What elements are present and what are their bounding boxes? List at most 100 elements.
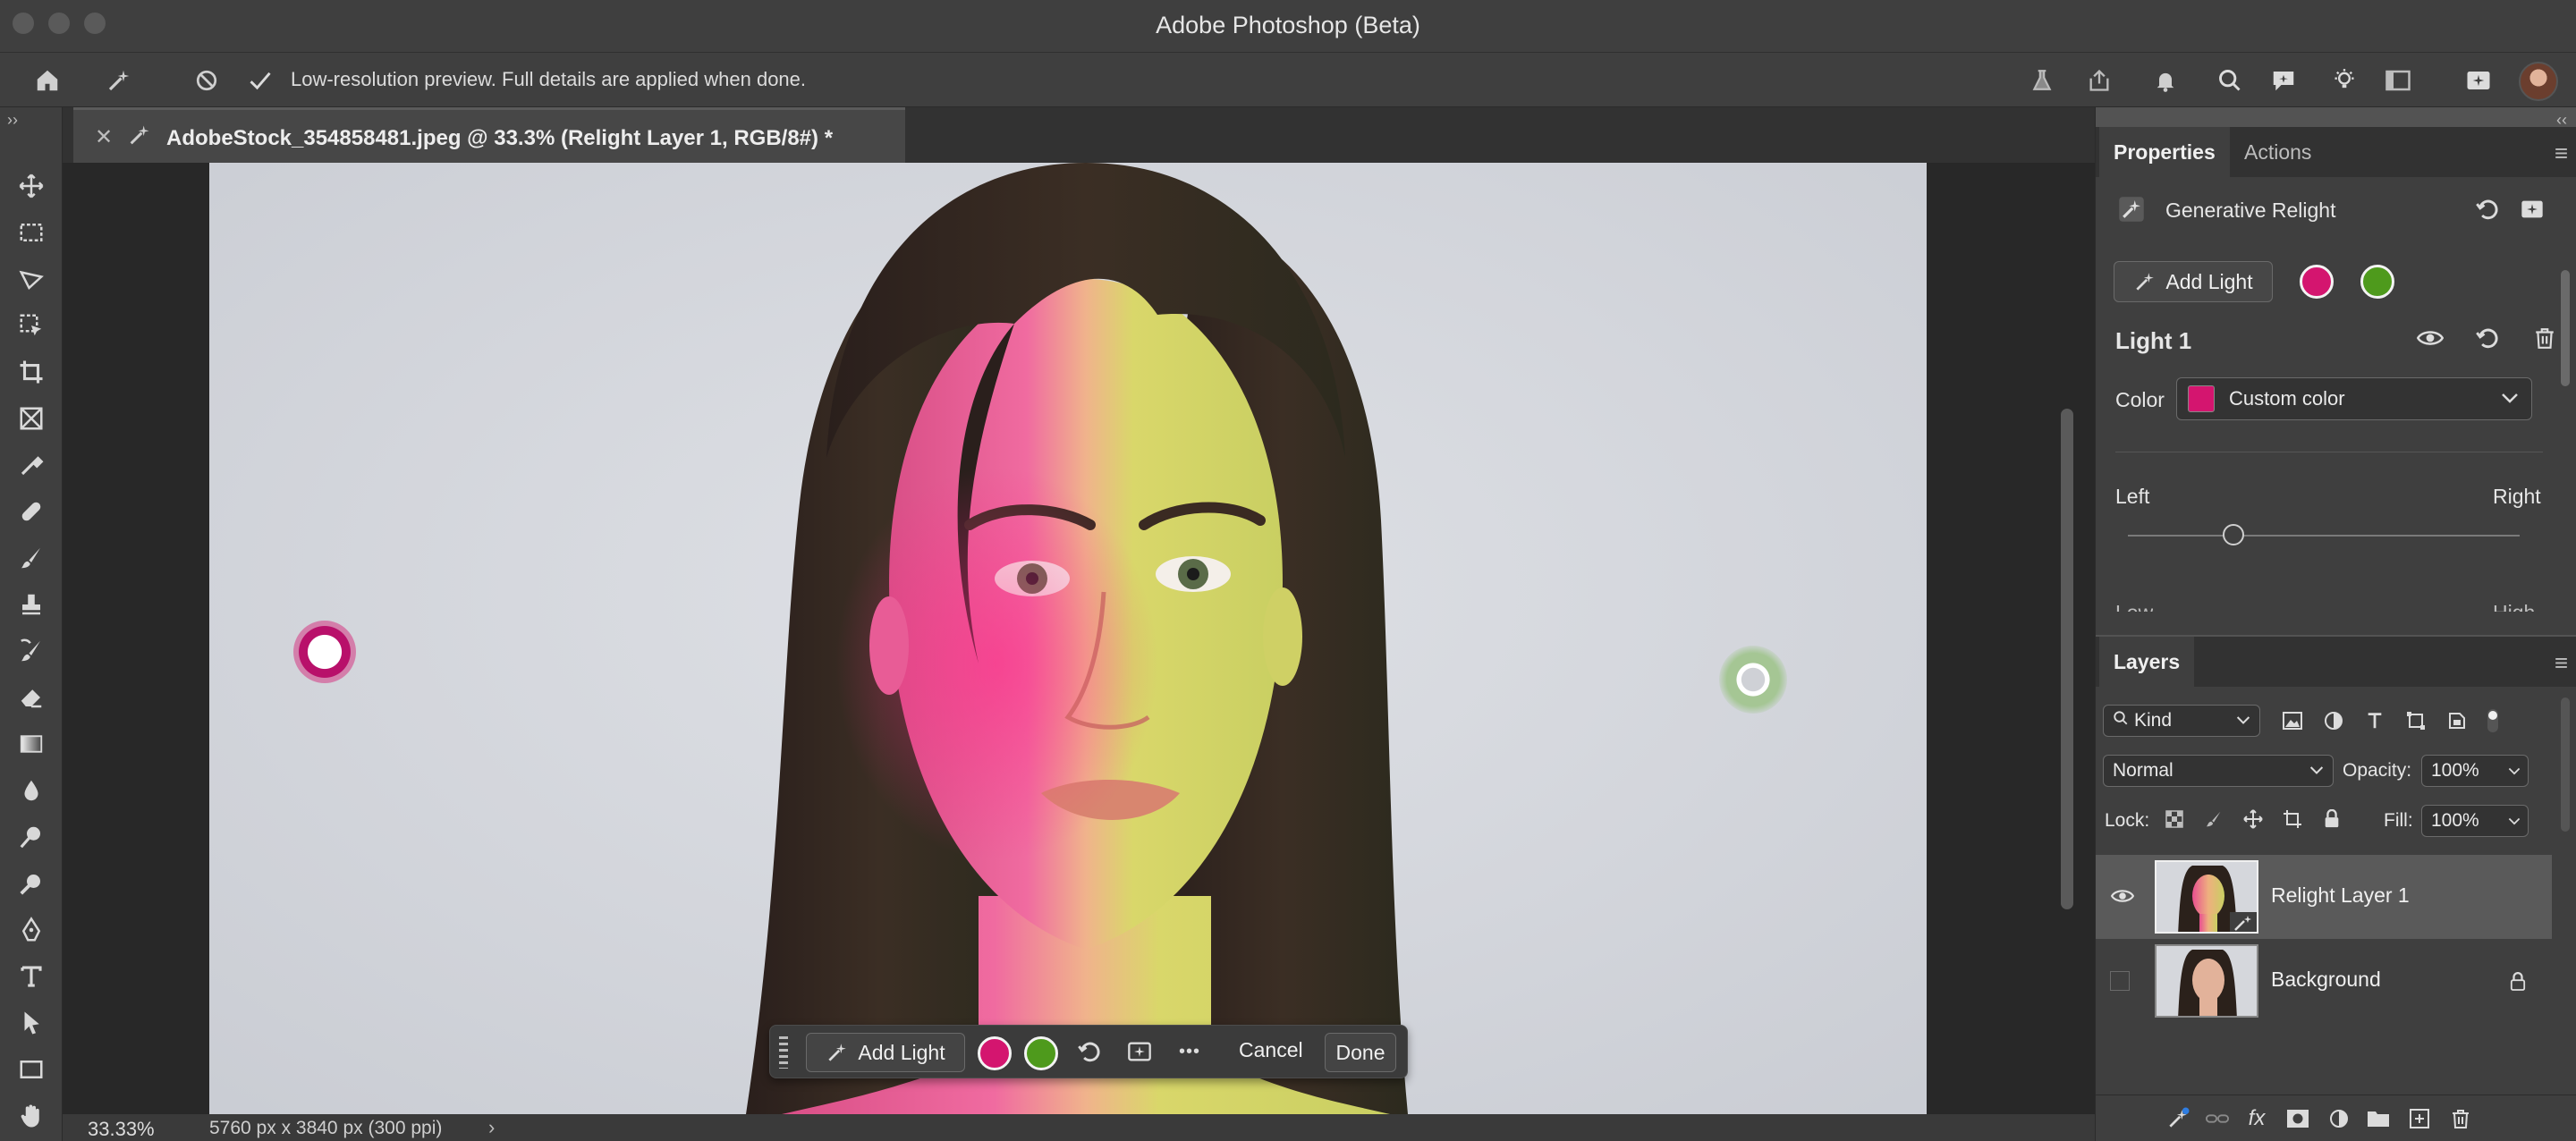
cancel-button[interactable]: Cancel (1239, 1038, 1303, 1062)
object-select-icon[interactable] (13, 308, 49, 343)
generative-icon[interactable] (2462, 63, 2496, 97)
properties-panel: Properties Actions ≡ Generative Relight … (2096, 127, 2576, 635)
frame-icon[interactable] (13, 401, 49, 436)
lock-all-icon[interactable] (2316, 803, 2348, 835)
position-slider-track[interactable] (2128, 535, 2520, 537)
eraser-icon[interactable] (13, 680, 49, 715)
filter-type-icon[interactable] (2359, 705, 2391, 737)
lock-position-icon[interactable] (2237, 803, 2269, 835)
visibility-toggle-off[interactable] (2110, 971, 2130, 991)
color-dropdown[interactable]: Custom color (2176, 377, 2532, 420)
lock-artboard-icon[interactable] (2276, 803, 2309, 835)
add-mask-icon[interactable] (2282, 1103, 2314, 1135)
tab-actions[interactable]: Actions (2230, 127, 2326, 177)
light-1-swatch[interactable] (2300, 265, 2334, 299)
filter-toggle-icon[interactable] (2477, 705, 2509, 737)
home-icon[interactable] (30, 63, 64, 97)
type-icon[interactable] (13, 959, 49, 994)
trash-icon[interactable] (2529, 322, 2561, 354)
light-2-swatch[interactable] (2360, 265, 2394, 299)
light-2-swatch[interactable] (1024, 1036, 1058, 1070)
gradient-icon[interactable] (13, 726, 49, 762)
beaker-icon[interactable] (2025, 63, 2059, 97)
layers-scrollbar[interactable] (2561, 697, 2570, 832)
lock-transparent-icon[interactable] (2158, 803, 2190, 835)
zoom-tool-icon[interactable] (13, 866, 49, 901)
reset-icon[interactable] (1072, 1035, 1106, 1069)
collapse-toolbar-icon[interactable]: ›› (7, 111, 18, 130)
share-icon[interactable] (2082, 63, 2116, 97)
delete-layer-icon[interactable] (2445, 1103, 2477, 1135)
cancel-icon[interactable] (190, 63, 224, 97)
drag-handle[interactable] (779, 1036, 788, 1069)
done-button[interactable]: Done (1325, 1033, 1396, 1072)
commit-check-icon[interactable] (243, 63, 277, 97)
blend-mode-dropdown[interactable]: Normal (2103, 755, 2334, 787)
document-image[interactable]: Add Light ••• Cancel Done (209, 163, 1927, 1114)
move-icon[interactable] (13, 168, 49, 204)
canvas-area[interactable]: Add Light ••• Cancel Done (63, 163, 2095, 1114)
crop-icon[interactable] (13, 354, 49, 390)
chat-icon[interactable] (2267, 63, 2301, 97)
zoom-level[interactable]: 33.33% (88, 1118, 155, 1141)
eyedropper-icon[interactable] (13, 447, 49, 483)
document-tab[interactable]: ✕ AdobeStock_354858481.jpeg @ 33.3% (Rel… (73, 107, 905, 163)
layers-menu-icon[interactable]: ≡ (2555, 649, 2568, 677)
visibility-eye-icon[interactable] (2106, 880, 2139, 912)
path-select-icon[interactable] (13, 1005, 49, 1041)
workspace-icon[interactable] (2381, 63, 2415, 97)
properties-scrollbar[interactable] (2561, 270, 2570, 386)
marquee-icon[interactable] (13, 215, 49, 250)
generate-icon[interactable] (2516, 193, 2548, 225)
vertical-scrollbar[interactable] (2061, 409, 2073, 909)
layer-row-background[interactable]: Background (2096, 939, 2552, 1023)
opacity-field[interactable]: 100% (2421, 755, 2529, 787)
layer-filter-dropdown[interactable]: Kind (2103, 705, 2260, 737)
panel-menu-icon[interactable]: ≡ (2555, 139, 2568, 167)
filter-adjustment-icon[interactable] (2318, 705, 2350, 737)
bell-icon[interactable] (2148, 63, 2182, 97)
new-layer-icon[interactable] (2403, 1103, 2436, 1135)
layer-row-relight[interactable]: Relight Layer 1 (2096, 855, 2552, 939)
stamp-icon[interactable] (13, 587, 49, 622)
generative-relight-icon[interactable] (102, 63, 136, 97)
reset-icon[interactable] (2471, 193, 2504, 225)
position-slider-knob[interactable] (2223, 524, 2245, 545)
status-menu-arrow[interactable]: › (488, 1116, 495, 1139)
filter-pixel-icon[interactable] (2276, 705, 2309, 737)
lasso-icon[interactable] (13, 261, 49, 297)
filter-smart-object-icon[interactable] (2441, 705, 2473, 737)
dodge-icon[interactable] (13, 819, 49, 855)
light-1-swatch[interactable] (978, 1036, 1012, 1070)
bulb-icon[interactable] (2327, 63, 2361, 97)
clipped-high-label: High (2493, 601, 2535, 612)
history-brush-icon[interactable] (13, 633, 49, 669)
blur-icon[interactable] (13, 773, 49, 808)
tab-properties[interactable]: Properties (2099, 127, 2230, 177)
tab-layers[interactable]: Layers (2099, 637, 2195, 687)
pen-icon[interactable] (13, 912, 49, 948)
filter-shape-icon[interactable] (2400, 705, 2432, 737)
lock-pixels-icon[interactable] (2198, 803, 2230, 835)
close-tab-icon[interactable]: ✕ (95, 124, 113, 150)
user-avatar[interactable] (2519, 62, 2558, 101)
search-icon[interactable] (2213, 63, 2247, 97)
visibility-eye-icon[interactable] (2414, 322, 2446, 354)
link-layers-icon[interactable] (2201, 1103, 2233, 1135)
light-handle-1[interactable] (293, 621, 356, 683)
add-light-button[interactable]: Add Light (806, 1033, 965, 1072)
healing-icon[interactable] (13, 494, 49, 529)
more-options-icon[interactable]: ••• (1173, 1035, 1207, 1069)
generate-icon[interactable] (1123, 1035, 1157, 1069)
fill-field[interactable]: 100% (2421, 805, 2529, 837)
add-light-button[interactable]: Add Light (2114, 261, 2273, 302)
generative-layer-icon[interactable] (2162, 1103, 2194, 1135)
light-handle-2[interactable] (1719, 646, 1787, 714)
brush-icon[interactable] (13, 540, 49, 576)
hand-icon[interactable] (13, 1098, 49, 1134)
adjustment-layer-icon[interactable] (2323, 1103, 2355, 1135)
reset-light-icon[interactable] (2471, 322, 2504, 354)
layer-style-fx-icon[interactable]: fx (2241, 1103, 2273, 1135)
rectangle-icon[interactable] (13, 1052, 49, 1087)
group-folder-icon[interactable] (2362, 1103, 2394, 1135)
